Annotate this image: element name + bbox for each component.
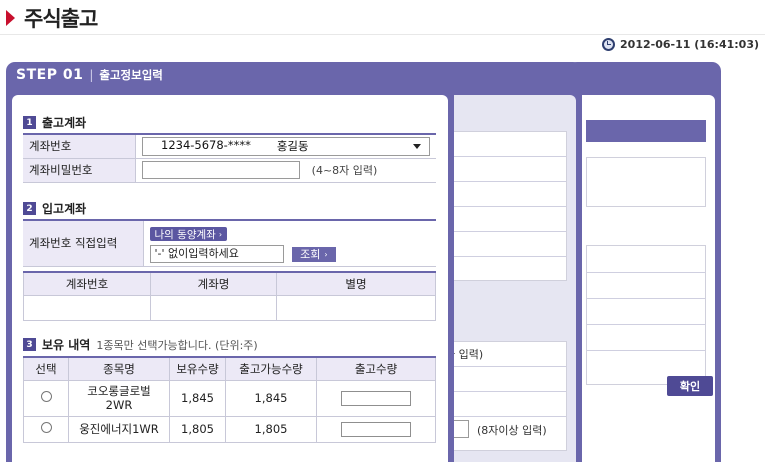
col-holding-qty: 보유수량 [169, 356, 226, 381]
section3-label: 보유 내역 [42, 338, 91, 352]
withdraw-qty-input[interactable] [341, 421, 411, 437]
section2-label: 입고계좌 [42, 202, 87, 216]
select-radio[interactable] [40, 391, 52, 402]
account-select[interactable]: 1234-5678-**** 홍길동 [142, 136, 430, 156]
step3-panel-body: 확인 [575, 95, 715, 462]
step2-box-2: 자 입력) (8자이상 입력) [440, 341, 567, 451]
available-qty-cell: 1,805 [225, 415, 317, 443]
password-label: 계좌비밀번호 [23, 158, 136, 183]
step2-box-1 [440, 131, 567, 281]
step-separator: | [89, 68, 94, 82]
section3-title: 3 보유 내역 1종목만 선택가능합니다. (단위:주) [23, 336, 258, 353]
datetime-text: 2012-06-11 (16:41:03) [620, 38, 759, 51]
arrow-right-icon: › [324, 249, 328, 259]
col-account-name: 계좌명 [150, 271, 277, 296]
step2-hint-b: (8자이상 입력) [477, 424, 547, 437]
col-account-number: 계좌번호 [23, 271, 151, 296]
lookup-button-label: 조회 [300, 248, 321, 261]
table-row: 웅진에너지1WR 1,805 1,805 [23, 415, 436, 443]
chevron-down-icon [413, 143, 421, 149]
step1-header: STEP 01 | 출고정보입력 [16, 67, 163, 83]
step3-section-header [586, 120, 706, 142]
section2-number: 2 [23, 202, 36, 215]
section2-title: 2 입고계좌 [23, 200, 86, 217]
confirm-button[interactable]: 확인 [667, 376, 713, 396]
clock-icon [602, 38, 616, 51]
step3-box-2 [586, 245, 706, 385]
col-select: 선택 [23, 356, 69, 381]
my-account-button-label: 나의 동양계좌 [154, 228, 216, 241]
col-withdraw-qty: 출고수량 [316, 356, 436, 381]
col-stock-name: 종목명 [68, 356, 170, 381]
withdraw-account-table: 계좌번호 1234-5678-**** 홍길동 계좌비밀번호 (4~8자 입력) [23, 133, 436, 183]
table-row: 코오롱글로벌2WR 1,845 1,845 [23, 379, 436, 417]
withdraw-qty-input[interactable] [341, 390, 411, 406]
deposit-account-input[interactable]: '-' 없이입력하세요 [149, 245, 284, 263]
step2-panel: 자 입력) (8자이상 입력) [434, 62, 582, 462]
stock-name-cell: 코오롱글로벌2WR [68, 379, 170, 417]
step3-panel: 확인 [568, 62, 721, 462]
title-arrow-icon [6, 10, 15, 26]
col-nickname: 별명 [276, 271, 436, 296]
section3-number: 3 [23, 338, 36, 351]
my-account-button[interactable]: 나의 동양계좌 › [149, 227, 228, 241]
account-owner-value: 홍길동 [276, 139, 309, 154]
select-radio[interactable] [40, 422, 52, 433]
section1-title: 1 출고계좌 [23, 114, 86, 131]
available-qty-cell: 1,845 [225, 379, 317, 417]
section3-note: 1종목만 선택가능합니다. (단위:주) [96, 338, 258, 352]
arrow-right-icon: › [218, 229, 223, 239]
holding-qty-cell: 1,805 [169, 415, 226, 443]
holdings-table: 선택 종목명 보유수량 출고가능수량 출고수량 코오롱글로벌2WR 1,845 … [23, 356, 436, 443]
step-title: 출고정보입력 [99, 68, 163, 82]
page-title: 주식출고 [24, 7, 98, 31]
section1-label: 출고계좌 [42, 116, 87, 130]
password-hint: (4~8자 입력) [311, 163, 378, 177]
deposit-account-list: 계좌번호 계좌명 별명 [23, 271, 436, 321]
account-number-label: 계좌번호 [23, 134, 136, 159]
holding-qty-cell: 1,845 [169, 379, 226, 417]
table-row [23, 294, 436, 321]
header-divider [0, 34, 765, 35]
datetime: 2012-06-11 (16:41:03) [602, 38, 759, 51]
step3-box-1 [586, 157, 706, 207]
page-header: 주식출고 [6, 4, 98, 32]
stock-name-cell: 웅진에너지1WR [68, 415, 170, 443]
deposit-account-table: 계좌번호 직접입력 나의 동양계좌 › '-' 없이입력하세요 조회 › [23, 219, 436, 267]
section1-number: 1 [23, 116, 36, 129]
account-number-value: 1234-5678-**** [161, 138, 251, 153]
step2-panel-body: 자 입력) (8자이상 입력) [440, 95, 576, 462]
lookup-button[interactable]: 조회 › [292, 246, 336, 262]
password-input[interactable] [142, 161, 300, 179]
col-available-qty: 출고가능수량 [225, 356, 317, 381]
step-number: STEP 01 [16, 67, 84, 83]
direct-input-label: 계좌번호 직접입력 [23, 220, 144, 267]
